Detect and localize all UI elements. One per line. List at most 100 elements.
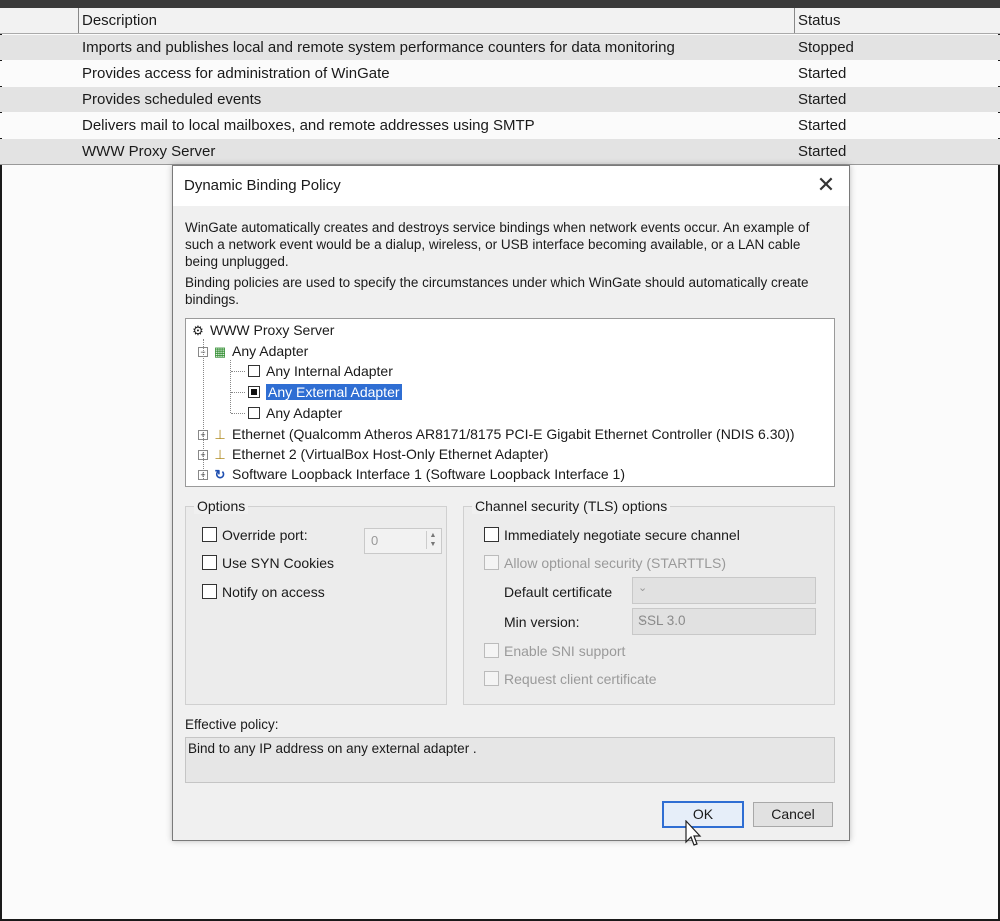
table-row[interactable]: WWW Proxy Server Started xyxy=(0,139,1000,165)
tree-node-label: Any External Adapter xyxy=(266,384,402,400)
starttls-checkbox[interactable]: Allow optional security (STARTTLS) xyxy=(484,555,726,571)
network-adapter-icon: ⊥ xyxy=(214,427,226,442)
negotiate-secure-label: Immediately negotiate secure channel xyxy=(504,527,740,543)
tls-group-label: Channel security (TLS) options xyxy=(472,498,671,514)
checkbox-icon[interactable] xyxy=(202,555,217,570)
tree-node-any-adapter[interactable]: − ▦ Any Adapter xyxy=(198,343,308,360)
row-description: Imports and publishes local and remote s… xyxy=(82,39,675,56)
effective-policy-box: Bind to any IP address on any external a… xyxy=(185,737,835,783)
row-status: Started xyxy=(798,91,847,108)
row-status: Started xyxy=(798,143,847,160)
tree-line xyxy=(231,371,245,372)
checkbox-icon[interactable] xyxy=(484,555,499,570)
tree-line xyxy=(231,413,245,414)
client-certificate-label: Request client certificate xyxy=(504,671,657,687)
proxy-server-icon: ⚙ xyxy=(192,323,204,338)
tree-node-label: Any Adapter xyxy=(266,405,343,421)
tree-node-any-external-adapter[interactable]: Any External Adapter xyxy=(248,384,402,400)
checkbox-icon[interactable] xyxy=(248,365,260,377)
tree-node-ethernet-2[interactable]: + ⊥ Ethernet 2 (VirtualBox Host-Only Ether… xyxy=(198,446,548,463)
binding-tree[interactable]: ⚙ WWW Proxy Server − ▦ Any Adapter Any Inte… xyxy=(185,318,835,487)
checkbox-icon[interactable] xyxy=(484,643,499,658)
checkbox-icon[interactable] xyxy=(484,527,499,542)
expand-icon[interactable]: + xyxy=(198,430,208,440)
checkbox-icon[interactable] xyxy=(202,584,217,599)
column-header-description[interactable]: Description xyxy=(82,12,157,29)
intro-text-2: Binding policies are used to specify the… xyxy=(185,275,809,307)
row-status: Started xyxy=(798,65,847,82)
adapter-group-icon: ▦ xyxy=(213,344,227,359)
starttls-label: Allow optional security (STARTTLS) xyxy=(504,555,726,571)
row-description: WWW Proxy Server xyxy=(82,143,216,160)
default-certificate-select[interactable]: ⌄ xyxy=(632,577,816,604)
effective-policy-value: Bind to any IP address on any external a… xyxy=(188,741,477,756)
checkbox-icon[interactable] xyxy=(248,407,260,419)
tree-node-label: Any Internal Adapter xyxy=(266,363,393,379)
column-header-status[interactable]: Status xyxy=(798,12,841,29)
dialog-title: Dynamic Binding Policy xyxy=(184,177,341,194)
table-row[interactable]: Provides scheduled events Started xyxy=(0,87,1000,112)
sni-label: Enable SNI support xyxy=(504,643,626,659)
default-certificate-label: Default certificate xyxy=(504,584,613,600)
tree-node-ethernet[interactable]: + ⊥ Ethernet (Qualcomm Atheros AR8171/8175… xyxy=(198,426,795,443)
min-version-label: Min version: xyxy=(504,614,580,630)
network-adapter-icon: ⊥ xyxy=(214,447,226,462)
tree-node-label: Any Adapter xyxy=(232,343,309,359)
tree-node-label: Ethernet (Qualcomm Atheros AR8171/8175 P… xyxy=(232,426,795,442)
notify-on-access-checkbox[interactable]: Notify on access xyxy=(202,584,325,600)
row-status: Started xyxy=(798,117,847,134)
override-port-checkbox[interactable]: Override port: xyxy=(202,527,308,543)
tree-node-any-adapter-child[interactable]: Any Adapter xyxy=(248,405,342,421)
column-separator[interactable] xyxy=(78,8,79,33)
tree-line xyxy=(230,360,231,413)
ok-button[interactable]: OK xyxy=(662,801,744,828)
window-top-edge xyxy=(0,0,1000,8)
tree-root[interactable]: ⚙ WWW Proxy Server xyxy=(190,322,334,339)
expand-icon[interactable]: + xyxy=(198,450,208,460)
collapse-icon[interactable]: − xyxy=(198,347,208,357)
min-version-select[interactable]: SSL 3.0 ⌄ xyxy=(632,608,816,635)
tree-root-label: WWW Proxy Server xyxy=(210,322,335,338)
negotiate-secure-checkbox[interactable]: Immediately negotiate secure channel xyxy=(484,527,740,543)
expand-icon[interactable]: + xyxy=(198,470,208,480)
cancel-button[interactable]: Cancel xyxy=(753,802,833,827)
intro-text: WinGate automatically creates and destro… xyxy=(185,220,810,269)
checkbox-icon[interactable] xyxy=(484,671,499,686)
sni-checkbox[interactable]: Enable SNI support xyxy=(484,643,625,659)
row-description: Provides access for administration of Wi… xyxy=(82,65,390,82)
row-status: Stopped xyxy=(798,39,854,56)
checkbox-icon[interactable] xyxy=(248,386,260,398)
table-row[interactable]: Delivers mail to local mailboxes, and re… xyxy=(0,113,1000,138)
checkbox-icon[interactable] xyxy=(202,527,217,542)
row-description: Provides scheduled events xyxy=(82,91,262,108)
effective-policy-label: Effective policy: xyxy=(185,717,279,732)
override-port-label: Override port: xyxy=(222,527,308,543)
options-group: Options Override port: 0 ▲ ▼ Use SYN Cook… xyxy=(185,498,447,705)
dynamic-binding-policy-dialog: Dynamic Binding Policy ✕ WinGate automat… xyxy=(172,165,850,841)
chevron-down-icon: ⌄ xyxy=(638,613,648,625)
row-description: Delivers mail to local mailboxes, and re… xyxy=(82,117,535,134)
spinner-arrows-icon[interactable]: ▲ ▼ xyxy=(426,531,439,549)
tree-line xyxy=(231,392,245,393)
table-row[interactable]: Imports and publishes local and remote s… xyxy=(0,35,1000,60)
close-icon[interactable]: ✕ xyxy=(813,172,839,198)
tree-node-any-internal-adapter[interactable]: Any Internal Adapter xyxy=(248,363,393,379)
port-spinner[interactable]: 0 ▲ ▼ xyxy=(364,528,442,554)
syn-cookies-checkbox[interactable]: Use SYN Cookies xyxy=(202,555,334,571)
tree-node-loopback[interactable]: + ↻ Software Loopback Interface 1 (Softwar… xyxy=(198,466,625,483)
options-group-label: Options xyxy=(194,498,249,514)
loopback-icon: ↻ xyxy=(214,467,226,482)
chevron-down-icon: ⌄ xyxy=(638,582,648,594)
table-row[interactable]: Provides access for administration of Wi… xyxy=(0,61,1000,86)
tls-options-group: Channel security (TLS) options Immediate… xyxy=(463,498,835,705)
notify-on-access-label: Notify on access xyxy=(222,584,325,600)
port-value: 0 xyxy=(371,533,379,548)
mouse-cursor-icon xyxy=(685,820,702,846)
syn-cookies-label: Use SYN Cookies xyxy=(222,555,335,571)
tree-node-label: Software Loopback Interface 1 (Software … xyxy=(232,466,626,482)
column-separator[interactable] xyxy=(794,8,795,33)
tree-node-label: Ethernet 2 (VirtualBox Host-Only Etherne… xyxy=(232,446,549,462)
dialog-titlebar[interactable]: Dynamic Binding Policy ✕ xyxy=(173,166,849,206)
client-certificate-checkbox[interactable]: Request client certificate xyxy=(484,671,657,687)
table-header: Description Status xyxy=(0,8,1000,34)
